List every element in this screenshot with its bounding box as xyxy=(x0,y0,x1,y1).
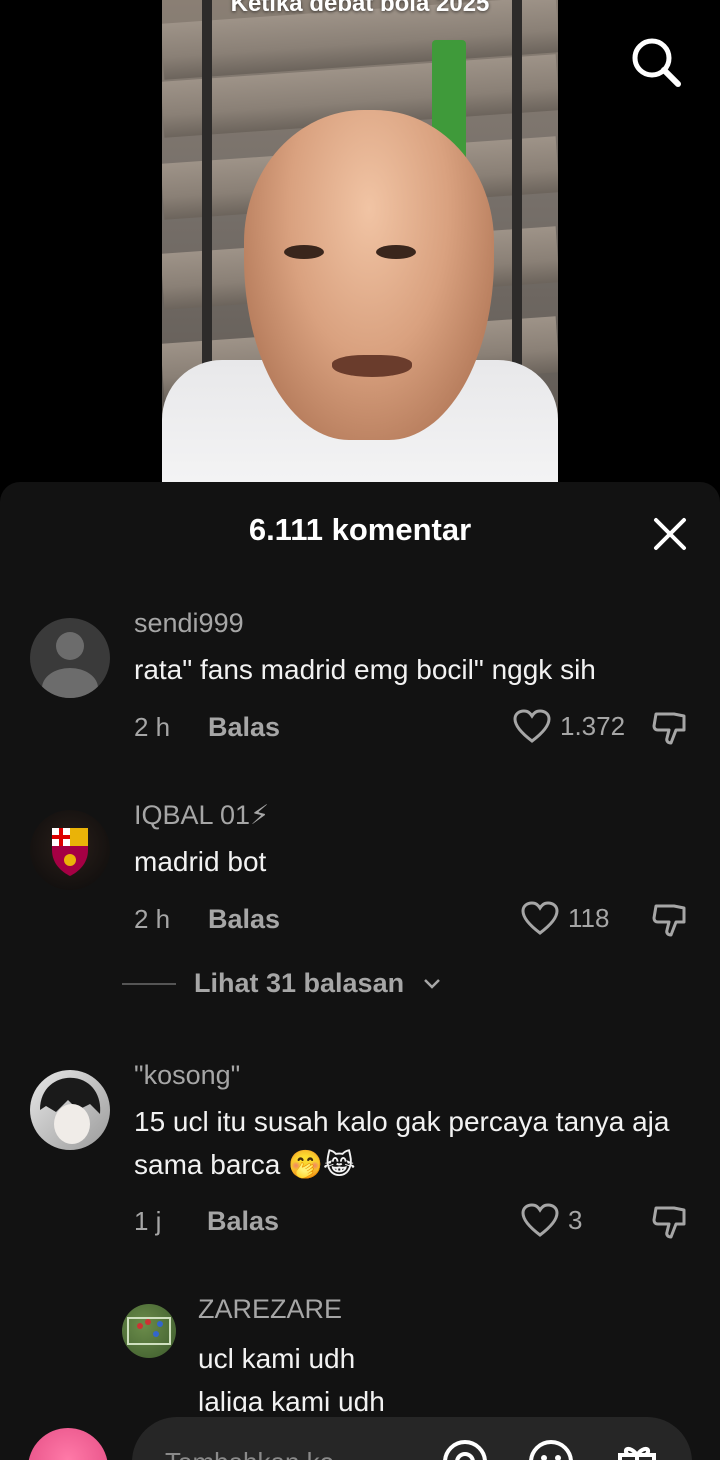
chevron-down-icon xyxy=(424,978,440,989)
thumbs-down-icon xyxy=(652,904,686,937)
heart-icon xyxy=(521,1203,559,1237)
comment-username[interactable]: sendi999 xyxy=(134,608,244,639)
comment-text: rata" fans madrid emg bocil" nggk sih xyxy=(134,654,596,685)
gift-button[interactable] xyxy=(612,1437,662,1460)
comments-sheet: 6.111 komentar sendi999 rata" fans madri… xyxy=(0,482,720,1460)
comment-text: madrid bot xyxy=(134,846,267,877)
like-count: 1.372 xyxy=(560,710,626,741)
search-icon xyxy=(632,38,681,87)
person-head xyxy=(244,110,494,440)
mention-button[interactable] xyxy=(440,1437,490,1460)
person-eye xyxy=(284,245,324,259)
anime-avatar-icon xyxy=(40,1077,101,1144)
like-count: 3 xyxy=(568,1204,583,1235)
close-button[interactable] xyxy=(650,514,690,554)
reply-text-line: ucl kami udh xyxy=(198,1343,356,1374)
heart-icon xyxy=(521,901,559,935)
divider xyxy=(122,982,176,985)
thumbs-down-icon xyxy=(652,1206,686,1239)
close-icon xyxy=(654,518,686,550)
reply-avatar[interactable] xyxy=(122,1304,176,1358)
dislike-button[interactable] xyxy=(650,900,690,940)
view-replies-button[interactable]: Lihat 31 balasan xyxy=(122,968,442,999)
person-mouth xyxy=(332,355,412,377)
reply-text: ucl kami udh laliga kami udh xyxy=(198,1337,385,1423)
avatar[interactable] xyxy=(30,810,110,890)
like-count: 118 xyxy=(568,902,610,933)
like-button[interactable]: 3 xyxy=(520,1202,582,1238)
at-sign-icon xyxy=(443,1440,487,1460)
comment-time: 2 h xyxy=(134,712,171,742)
reply-button[interactable]: Balas xyxy=(207,1206,279,1237)
default-avatar-icon xyxy=(42,632,98,698)
comments-count-title: 6.111 komentar xyxy=(248,512,472,547)
like-button[interactable]: 118 xyxy=(520,900,609,936)
comment-text: 15 ucl itu susah kalo gak percaya tanya … xyxy=(134,1106,670,1180)
thumbs-down-icon xyxy=(652,712,686,745)
dislike-button[interactable] xyxy=(650,708,690,748)
reply-username[interactable]: ZAREZARE xyxy=(198,1294,342,1325)
club-crest-icon xyxy=(52,828,88,876)
gift-icon xyxy=(618,1447,656,1460)
like-button[interactable]: 1.372 xyxy=(512,708,625,744)
video-caption: Ketika debat bola 2025 xyxy=(230,0,490,17)
reply-button[interactable]: Balas xyxy=(208,904,280,935)
smiley-icon xyxy=(529,1440,573,1460)
avatar[interactable] xyxy=(30,1070,110,1150)
heart-icon xyxy=(513,709,551,743)
football-field-icon xyxy=(127,1317,171,1345)
avatar[interactable] xyxy=(30,618,110,698)
comment-time: 1 j xyxy=(134,1206,162,1236)
video-player[interactable]: Ketika debat bola 2025 xyxy=(162,0,558,482)
comment-input-placeholder: Tambahkan ko... xyxy=(165,1447,356,1460)
search-button[interactable] xyxy=(628,34,684,90)
emoji-button[interactable] xyxy=(526,1437,576,1460)
reply-button[interactable]: Balas xyxy=(208,712,280,743)
comment-username[interactable]: "kosong" xyxy=(134,1060,240,1091)
person-eye xyxy=(376,245,416,259)
dislike-button[interactable] xyxy=(650,1202,690,1242)
comment-time: 2 h xyxy=(134,904,171,934)
view-replies-label: Lihat 31 balasan xyxy=(194,968,405,998)
comment-username[interactable]: IQBAL 01⚡ xyxy=(134,800,269,831)
